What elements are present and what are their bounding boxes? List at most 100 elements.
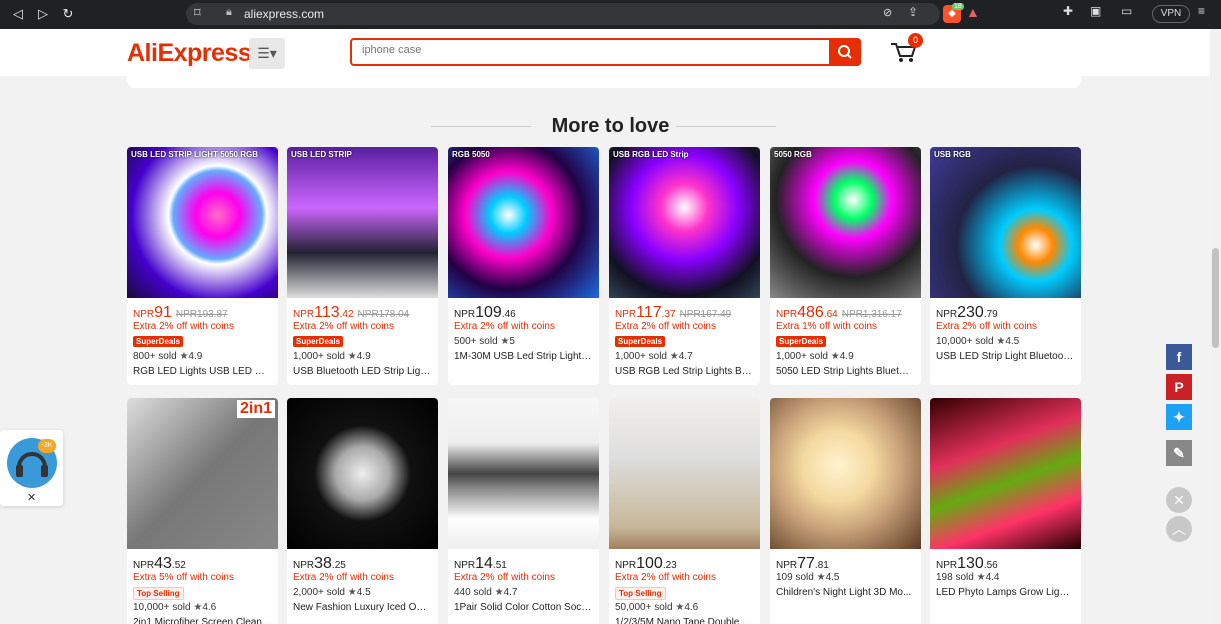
section-title: More to love xyxy=(551,115,670,137)
product-image[interactable] xyxy=(930,398,1081,549)
product-title[interactable]: LED Phyto Lamps Grow Light... xyxy=(936,587,1074,598)
product-card[interactable]: 5050 RGB NPR486.64 NPR1,316.17 Extra 1% off… xyxy=(770,147,921,385)
product-card[interactable]: USB RGB NPR230.79 Extra 2% off with coins 1… xyxy=(930,147,1081,385)
close-icon[interactable]: ✕ xyxy=(1166,487,1192,513)
share-icon[interactable]: ⇪ xyxy=(908,5,918,19)
mute-icon[interactable]: ⊘ xyxy=(883,6,892,19)
product-image[interactable] xyxy=(770,398,921,549)
product-image[interactable] xyxy=(609,398,760,549)
product-price: NPR77.81 xyxy=(776,555,829,573)
product-image[interactable] xyxy=(287,398,438,549)
price-dec: .25 xyxy=(331,560,346,571)
product-price: NPR14.51 xyxy=(454,555,507,573)
rating: 4.4 xyxy=(985,572,1000,583)
coins-discount: Extra 2% off with coins xyxy=(133,321,234,332)
product-image[interactable]: USB RGB LED Strip xyxy=(609,147,760,298)
product-title[interactable]: USB LED Strip Light Bluetoot... xyxy=(936,351,1074,362)
star-icon: ★ xyxy=(347,587,357,598)
product-price: NPR109.46 xyxy=(454,304,516,322)
product-title[interactable]: 2in1 Microfiber Screen Clean... xyxy=(133,617,271,624)
product-title[interactable]: Children's Night Light 3D Mo... xyxy=(776,587,914,598)
product-card[interactable]: NPR77.81 109 sold ★4.5 Children's Night Li… xyxy=(770,398,921,624)
product-title[interactable]: 5050 LED Strip Lights Bluetoo... xyxy=(776,366,914,377)
scrollbar-thumb[interactable] xyxy=(1212,248,1219,348)
price-int: 230 xyxy=(957,304,984,321)
address-bar[interactable]: ⌑ 🔒︎ aliexpress.com ⊘ ⇪ xyxy=(186,3,940,25)
back-icon[interactable]: ◁ xyxy=(8,5,28,23)
star-icon: ★ xyxy=(347,351,357,362)
product-title[interactable]: USB RGB Led Strip Lights Blu... xyxy=(615,366,753,377)
original-price: NPR167.49 xyxy=(679,309,732,320)
product-card[interactable]: NPR100.23 Extra 2% off with coins Top Sell… xyxy=(609,398,760,624)
image-overlay-text: RGB 5050 xyxy=(452,150,490,159)
product-price: NPR91 NPR193.87 xyxy=(133,304,228,322)
search-icon xyxy=(838,45,852,59)
price-int: 130 xyxy=(957,555,984,572)
product-card[interactable]: USB RGB LED Strip NPR117.37 NPR167.49 Extra… xyxy=(609,147,760,385)
product-title[interactable]: RGB LED Lights USB LED Stri... xyxy=(133,366,271,377)
search-input[interactable] xyxy=(362,44,822,56)
product-card[interactable]: NPR38.25 Extra 2% off with coins 2,000+ so… xyxy=(287,398,438,624)
product-title[interactable]: 1M-30M USB Led Strip Lights ... xyxy=(454,351,592,362)
product-title[interactable]: 1/2/3/5M Nano Tape Double... xyxy=(615,617,753,624)
star-icon: ★ xyxy=(193,602,203,613)
coins-discount: Extra 2% off with coins xyxy=(454,321,555,332)
floating-promo[interactable]: -3K ✕ xyxy=(0,430,63,506)
sold-count: 1,000+ sold xyxy=(615,351,667,362)
extensions-icon[interactable]: ✚ xyxy=(1063,4,1073,18)
sold-count: 440 sold xyxy=(454,587,492,598)
previous-section-card xyxy=(127,76,1081,88)
price-dec: .81 xyxy=(814,560,829,571)
category-menu-button[interactable]: ☰▾ xyxy=(249,38,285,69)
product-title[interactable]: USB Bluetooth LED Strip Ligh... xyxy=(293,366,431,377)
coins-discount: Extra 2% off with coins xyxy=(615,572,716,583)
product-price: NPR230.79 xyxy=(936,304,998,322)
product-image[interactable]: USB LED STRIP xyxy=(287,147,438,298)
sold-count: 50,000+ sold xyxy=(615,602,673,613)
star-icon: ★ xyxy=(675,602,685,613)
bookmark-icon[interactable]: ⌑ xyxy=(194,5,201,21)
feedback-icon[interactable]: ✎ xyxy=(1166,440,1192,466)
menu-icon[interactable]: ≡ xyxy=(1198,4,1205,18)
sold-rating: 1,000+ sold ★4.9 xyxy=(293,351,371,362)
product-card[interactable]: NPR130.56 198 sold ★4.4 LED Phyto Lamps Gr… xyxy=(930,398,1081,624)
back-to-top-icon[interactable]: ︿ xyxy=(1166,516,1192,542)
rating: 4.5 xyxy=(356,587,371,598)
price-dec: .64 xyxy=(823,309,838,320)
product-card[interactable]: USB LED STRIP NPR113.42 NPR178.04 Extra 2% … xyxy=(287,147,438,385)
product-card[interactable]: RGB 5050 NPR109.46 Extra 2% off with coins… xyxy=(448,147,599,385)
price-int: 91 xyxy=(154,304,172,321)
price-int: 38 xyxy=(314,555,332,572)
price-dec: .42 xyxy=(339,309,354,320)
rating: 4.9 xyxy=(188,351,203,362)
product-image[interactable] xyxy=(448,398,599,549)
vpn-button[interactable]: VPN xyxy=(1152,5,1190,23)
product-image[interactable]: USB LED STRIP LIGHT 5050 RGB xyxy=(127,147,278,298)
product-title[interactable]: 1Pair Solid Color Cotton Sock... xyxy=(454,602,592,613)
close-icon[interactable]: ✕ xyxy=(27,491,36,504)
sidebar-icon[interactable]: ▣ xyxy=(1090,4,1101,18)
facebook-icon[interactable]: f xyxy=(1166,344,1192,370)
price-int: 43 xyxy=(154,555,172,572)
product-image[interactable]: USB RGB xyxy=(930,147,1081,298)
wallet-icon[interactable]: ▭ xyxy=(1121,4,1132,18)
product-image[interactable]: 2in1 xyxy=(127,398,278,549)
product-card[interactable]: USB LED STRIP LIGHT 5050 RGB NPR91 NPR193.… xyxy=(127,147,278,385)
reload-icon[interactable]: ↻ xyxy=(58,5,78,23)
sold-rating: 800+ sold ★4.9 xyxy=(133,351,202,362)
pinterest-icon[interactable]: P xyxy=(1166,374,1192,400)
aliexpress-logo[interactable]: AliExpress xyxy=(127,39,252,68)
product-card[interactable]: 2in1 NPR43.52 Extra 5% off with coins Top S… xyxy=(127,398,278,624)
product-image[interactable]: RGB 5050 xyxy=(448,147,599,298)
currency: NPR xyxy=(293,560,315,571)
search-box[interactable] xyxy=(350,38,861,66)
product-image[interactable]: 5050 RGB xyxy=(770,147,921,298)
deal-badge: Top Selling xyxy=(133,587,184,600)
twitter-icon[interactable]: ✦ xyxy=(1166,404,1192,430)
image-overlay-text: USB LED STRIP LIGHT 5050 RGB xyxy=(131,150,258,159)
product-card[interactable]: NPR14.51 Extra 2% off with coins 440 sold … xyxy=(448,398,599,624)
forward-icon[interactable]: ▷ xyxy=(33,5,53,23)
product-title[interactable]: New Fashion Luxury Iced Out... xyxy=(293,602,431,613)
search-button[interactable] xyxy=(829,38,861,66)
rewards-icon[interactable]: ▲ xyxy=(966,4,980,20)
